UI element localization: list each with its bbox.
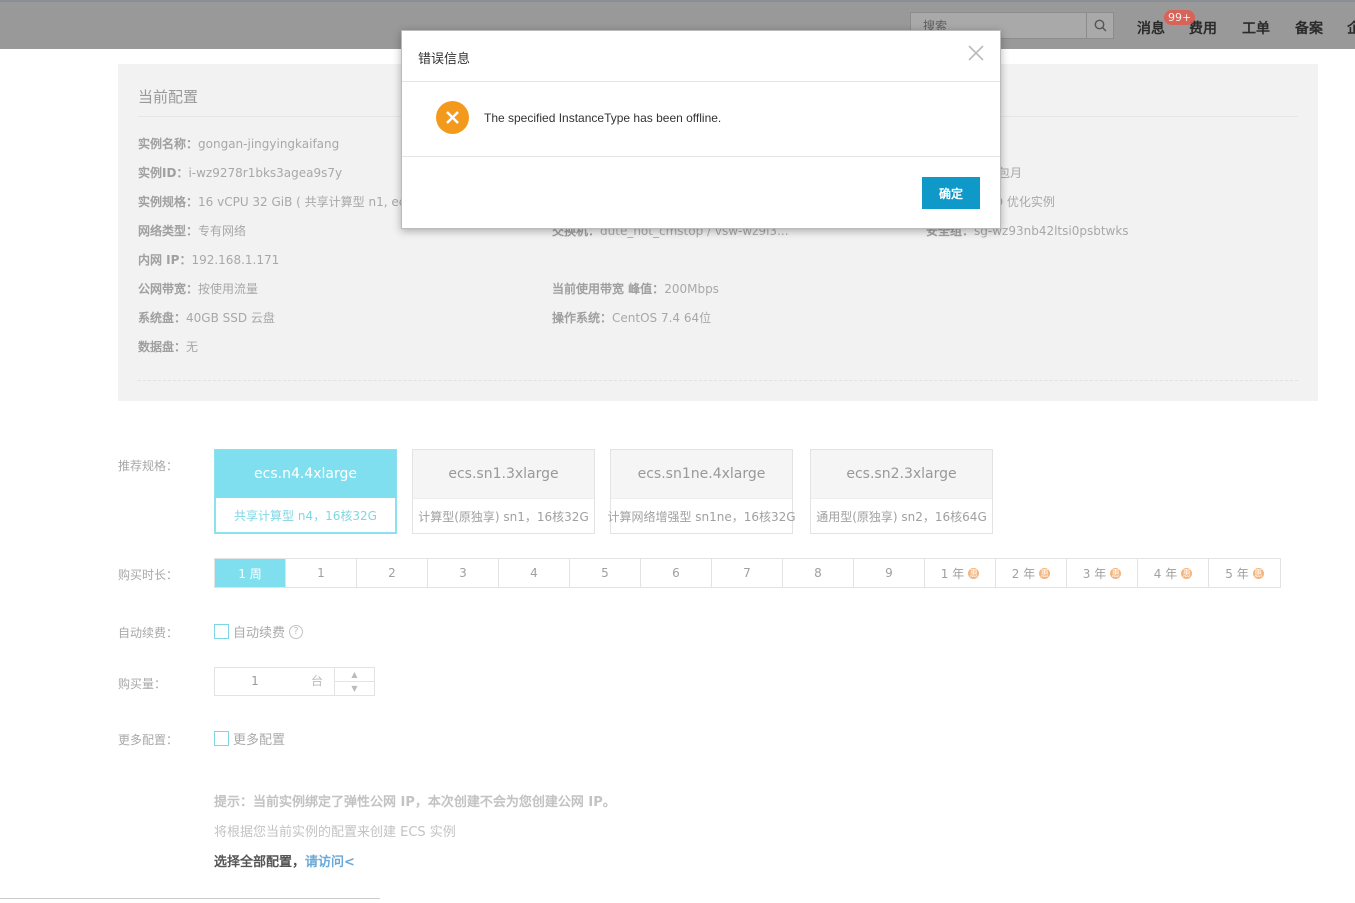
current-bandwidth: 当前使用带宽 峰值：200Mbps — [552, 282, 719, 296]
duration-option[interactable]: 9 — [854, 559, 925, 587]
duration-selector: 1 周 1 2 3 4 5 6 7 8 9 1 年惠 2 年惠 3 年惠 4 年… — [214, 558, 1281, 588]
more-config-row: 更多配置 — [214, 729, 285, 748]
quantity-stepper: 1 台 ▲ ▼ — [214, 667, 375, 696]
more-config-text: 更多配置 — [233, 733, 286, 748]
private-ip: 内网 IP：192.168.1.171 — [138, 253, 280, 267]
more-config-label: 更多配置： — [118, 733, 179, 747]
auto-renew-label: 自动续费： — [118, 626, 179, 640]
spec-desc: 计算网络增强型 sn1ne，16核32G — [607, 498, 796, 533]
divider — [138, 380, 1298, 381]
chevron-up-icon: ▲ — [351, 670, 358, 679]
duration-option-year[interactable]: 4 年惠 — [1138, 559, 1209, 587]
spec-label: 推荐规格： — [118, 459, 179, 473]
divider — [402, 156, 1000, 157]
duration-option[interactable]: 1 — [286, 559, 357, 587]
spec-name: ecs.sn2.3xlarge — [811, 450, 992, 498]
duration-option[interactable]: 4 — [499, 559, 570, 587]
network-type: 网络类型：专有网络 — [138, 224, 247, 238]
duration-option[interactable]: 8 — [783, 559, 854, 587]
spec-name: ecs.n4.4xlarge — [215, 450, 396, 498]
spec-option-sn1[interactable]: ecs.sn1.3xlarge 计算型(原独享) sn1，16核32G — [412, 449, 595, 534]
tip-full-config: 选择全部配置，请访问< — [214, 855, 355, 870]
dialog-body: The specified InstanceType has been offl… — [436, 101, 721, 134]
close-button[interactable] — [966, 43, 986, 63]
nav-enterprise[interactable]: 企 — [1347, 18, 1355, 38]
error-dialog: 错误信息 The specified InstanceType has been… — [401, 30, 1001, 229]
decrement-button[interactable]: ▼ — [335, 681, 374, 694]
help-icon[interactable]: ? — [289, 624, 304, 639]
discount-icon: 惠 — [968, 567, 980, 579]
discount-icon: 惠 — [1039, 567, 1051, 579]
divider — [402, 81, 1000, 82]
nav-tickets[interactable]: 工单 — [1242, 18, 1270, 38]
spec-option-sn1ne[interactable]: ecs.sn1ne.4xlarge 计算网络增强型 sn1ne，16核32G — [607, 449, 796, 534]
more-config-checkbox[interactable] — [214, 731, 229, 746]
spec-option-sn2[interactable]: ecs.sn2.3xlarge 通用型(原独享) sn2，16核64G — [810, 449, 993, 534]
search-icon — [1094, 19, 1106, 32]
spec-option-n4[interactable]: ecs.n4.4xlarge 共享计算型 n4，16核32G — [214, 449, 397, 534]
tip-eip: 提示：当前实例绑定了弹性公网 IP，本次创建不会为您创建公网 IP。 — [214, 795, 616, 810]
instance-id: 实例ID：i-wz9278r1bks3agea9s7y — [138, 166, 343, 180]
auto-renew-row: 自动续费 ? — [214, 622, 304, 641]
dialog-title: 错误信息 — [418, 52, 471, 67]
nav-icp[interactable]: 备案 — [1295, 18, 1323, 38]
duration-option-year[interactable]: 2 年惠 — [996, 559, 1067, 587]
duration-option-year[interactable]: 1 年惠 — [925, 559, 996, 587]
public-bandwidth: 公网带宽：按使用流量 — [138, 282, 259, 296]
spec-desc: 计算型(原独享) sn1，16核32G — [413, 498, 594, 533]
instance-spec: 实例规格：16 vCPU 32 GiB ( 共享计算型 n1, ecs — [138, 195, 412, 209]
duration-1-week[interactable]: 1 周 — [215, 559, 286, 587]
increment-button[interactable]: ▲ — [335, 668, 374, 681]
spec-desc: 共享计算型 n4，16核32G — [215, 498, 396, 533]
quantity-unit: 台 — [311, 674, 324, 688]
chevron-down-icon: ▼ — [351, 683, 358, 693]
quantity-input[interactable]: 1 — [215, 668, 295, 695]
discount-icon: 惠 — [1252, 567, 1264, 579]
spec-name: ecs.sn1ne.4xlarge — [611, 450, 792, 498]
duration-option[interactable]: 3 — [428, 559, 499, 587]
duration-option[interactable]: 7 — [712, 559, 783, 587]
error-icon — [436, 101, 469, 134]
quantity-steps: ▲ ▼ — [334, 668, 374, 695]
confirm-button[interactable]: 确定 — [922, 177, 980, 209]
auto-renew-text: 自动续费 — [233, 626, 286, 641]
discount-icon: 惠 — [1110, 567, 1122, 579]
operating-system: 操作系统：CentOS 7.4 64位 — [552, 311, 712, 325]
full-config-link[interactable]: 请访问< — [305, 855, 355, 870]
spec-desc: 通用型(原独享) sn2，16核64G — [811, 498, 992, 533]
nav-messages[interactable]: 消息 — [1137, 18, 1165, 38]
duration-option-year[interactable]: 3 年惠 — [1067, 559, 1138, 587]
quantity-label: 购买量： — [118, 677, 167, 691]
instance-name: 实例名称：gongan-jingyingkaifang — [138, 137, 340, 151]
duration-option[interactable]: 6 — [641, 559, 712, 587]
error-message: The specified InstanceType has been offl… — [484, 110, 722, 125]
message-count-badge: 99+ — [1164, 10, 1196, 25]
duration-option[interactable]: 5 — [570, 559, 641, 587]
spec-name: ecs.sn1.3xlarge — [413, 450, 594, 498]
data-disk: 数据盘：无 — [138, 340, 199, 354]
duration-label: 购买时长： — [118, 568, 179, 582]
close-icon — [968, 45, 984, 61]
divider — [0, 898, 380, 899]
discount-icon: 惠 — [1181, 567, 1193, 579]
duration-option-year[interactable]: 5 年惠 — [1209, 559, 1280, 587]
system-disk: 系统盘：40GB SSD 云盘 — [138, 311, 275, 325]
auto-renew-checkbox[interactable] — [214, 624, 229, 639]
search-button[interactable] — [1086, 13, 1113, 38]
duration-option[interactable]: 2 — [357, 559, 428, 587]
tip-create: 将根据您当前实例的配置来创建 ECS 实例 — [214, 825, 456, 840]
panel-title: 当前配置 — [138, 88, 199, 106]
